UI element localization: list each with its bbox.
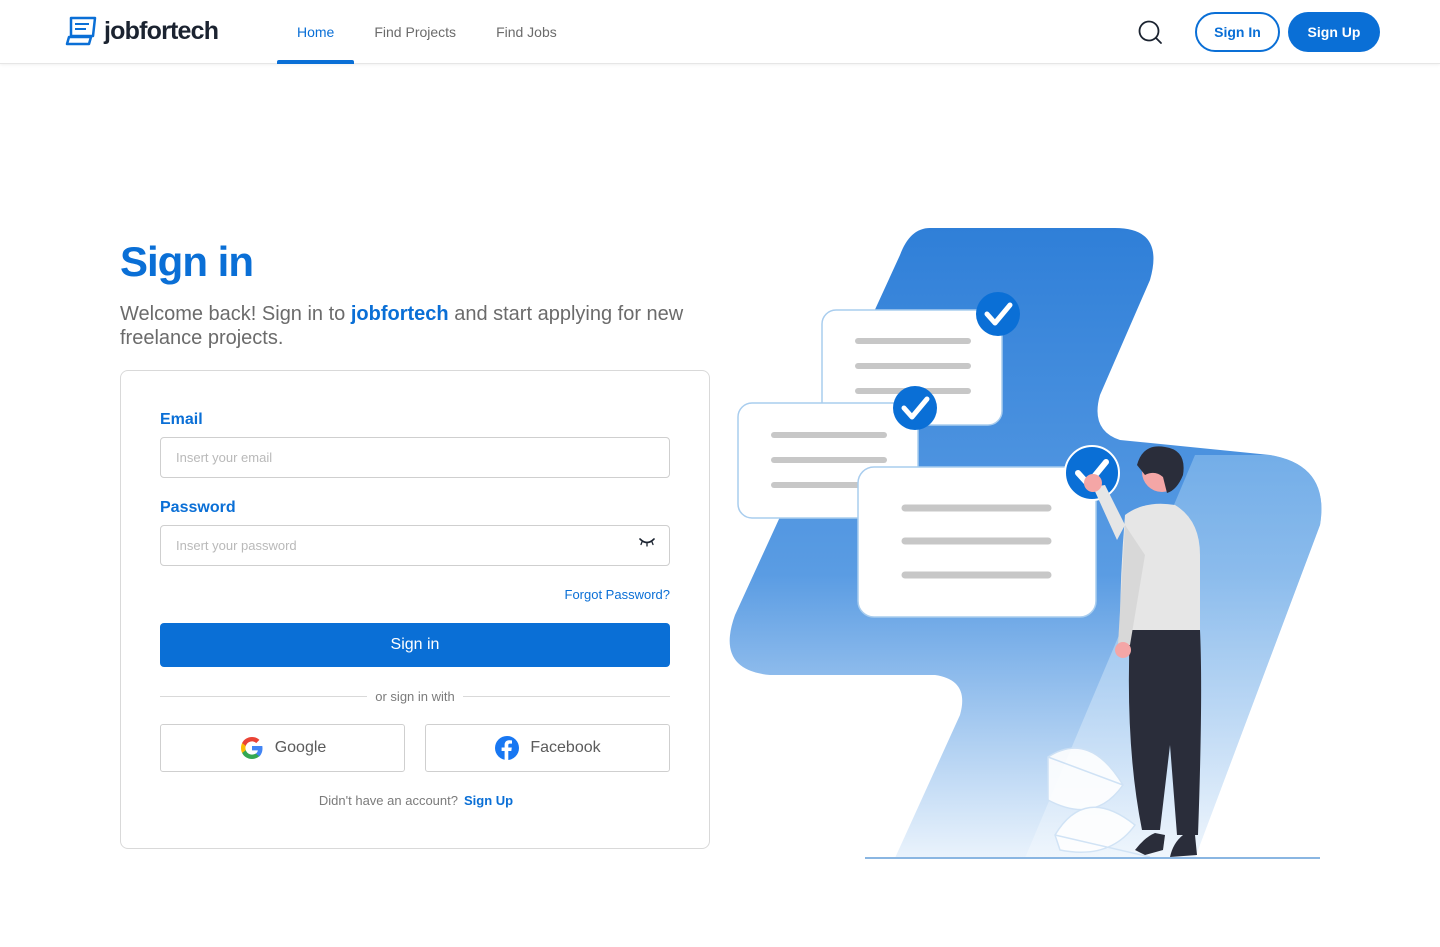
page-title: Sign in — [120, 238, 254, 285]
facebook-label: Facebook — [530, 739, 601, 756]
check-icon — [893, 386, 937, 430]
eye-closed-icon[interactable] — [638, 537, 656, 547]
password-field[interactable] — [160, 525, 670, 566]
forgot-password-link[interactable]: Forgot Password? — [565, 587, 671, 602]
main-nav: Home Find Projects Find Jobs — [277, 0, 577, 64]
search-icon[interactable] — [1136, 18, 1164, 46]
sign-in-button[interactable]: Sign in — [160, 623, 670, 667]
logo[interactable]: jobfortech — [64, 15, 219, 47]
logo-text: jobfortech — [104, 16, 219, 45]
header-sign-in-button[interactable]: Sign In — [1195, 12, 1280, 52]
facebook-sign-in-button[interactable]: Facebook — [425, 724, 670, 772]
google-icon — [240, 737, 263, 759]
password-label: Password — [160, 499, 236, 516]
check-icon — [976, 292, 1020, 336]
nav-find-projects[interactable]: Find Projects — [354, 0, 476, 64]
divider-text: or sign in with — [375, 688, 455, 704]
divider-line — [160, 695, 368, 697]
nav-find-jobs[interactable]: Find Jobs — [476, 0, 577, 64]
sign-up-link[interactable]: Sign Up — [464, 793, 513, 808]
header-sign-up-button[interactable]: Sign Up — [1288, 12, 1380, 52]
facebook-icon — [495, 736, 520, 760]
divider-line — [462, 695, 671, 697]
sign-in-card: Email Password Forgot Password? Sign in … — [120, 370, 710, 849]
subtitle-text-start: Welcome back! Sign in to — [120, 303, 351, 325]
google-label: Google — [274, 739, 327, 756]
google-sign-in-button[interactable]: Google — [160, 724, 405, 772]
page-subtitle: Welcome back! Sign in to jobfortech and … — [120, 302, 720, 350]
email-label: Email — [160, 411, 203, 428]
sign-in-illustration — [729, 228, 1322, 859]
email-field[interactable] — [160, 437, 670, 478]
social-divider: or sign in with — [160, 687, 671, 705]
logo-icon — [65, 16, 97, 46]
top-navbar: jobfortech Home Find Projects Find Jobs … — [0, 0, 1440, 64]
nav-home[interactable]: Home — [277, 0, 355, 64]
signup-prompt: Didn't have an account? Sign Up — [121, 793, 711, 808]
subtitle-brand: jobfortech — [350, 303, 449, 325]
no-account-text: Didn't have an account? — [318, 793, 458, 808]
